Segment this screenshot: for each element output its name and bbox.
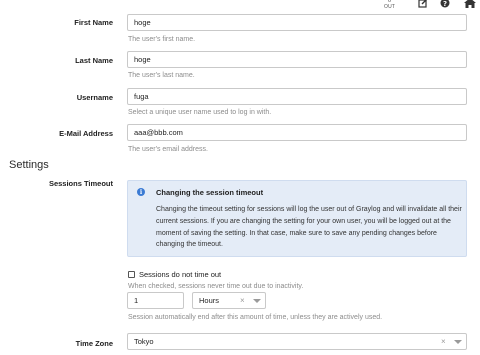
email-help: The user's email address. [128, 146, 208, 153]
last-name-help: The user's last name. [128, 72, 195, 79]
chevron-down-icon[interactable] [253, 299, 261, 303]
session-timeout-alert: i Changing the session timeout Changing … [127, 180, 467, 257]
timeout-amount-help: Session automatically end after this amo… [128, 314, 383, 321]
traffic-indicator: 0 OUT [384, 0, 395, 10]
sessions-no-timeout-label[interactable]: Sessions do not time out [139, 270, 221, 279]
alert-title: Changing the session timeout [156, 188, 264, 197]
alert-body: Changing the timeout setting for session… [156, 206, 462, 249]
username-help: Select a unique user name used to log in… [128, 109, 272, 116]
info-icon: i [137, 188, 145, 196]
time-zone-label: Time Zone [75, 339, 113, 348]
last-name-label: Last Name [75, 56, 113, 65]
timeout-amount-input[interactable]: 1 [127, 292, 184, 309]
clear-icon[interactable]: × [240, 296, 245, 305]
settings-heading: Settings [9, 159, 49, 171]
email-label: E-Mail Address [59, 129, 113, 138]
timeout-unit-select[interactable]: Hours × [192, 292, 266, 309]
svg-text:?: ? [443, 0, 447, 8]
first-name-label: First Name [74, 18, 113, 27]
first-name-input[interactable]: hoge [127, 14, 467, 31]
chevron-down-icon[interactable] [454, 340, 462, 344]
username-input[interactable]: fuga [127, 88, 467, 105]
edit-icon[interactable] [417, 0, 429, 9]
sessions-timeout-label: Sessions Timeout [48, 179, 113, 188]
home-icon[interactable] [464, 0, 476, 9]
email-input[interactable]: aaa@bbb.com [127, 124, 467, 141]
first-name-help: The user's first name. [128, 36, 196, 43]
help-icon[interactable]: ? [439, 0, 451, 9]
last-name-input[interactable]: hoge [127, 51, 467, 68]
clear-icon[interactable]: × [441, 337, 446, 346]
sessions-no-timeout-row: Sessions do not time out [128, 270, 221, 279]
username-label: Username [76, 93, 113, 102]
sessions-no-timeout-help: When checked, sessions never time out du… [128, 283, 304, 290]
timeout-unit-value: Hours [199, 296, 220, 305]
time-zone-select[interactable]: Tokyo × [127, 333, 467, 350]
sessions-no-timeout-checkbox[interactable] [128, 271, 135, 278]
top-navbar: 0 OUT ? [0, 0, 480, 10]
time-zone-value: Tokyo [134, 337, 154, 346]
traffic-unit: OUT [384, 4, 396, 10]
